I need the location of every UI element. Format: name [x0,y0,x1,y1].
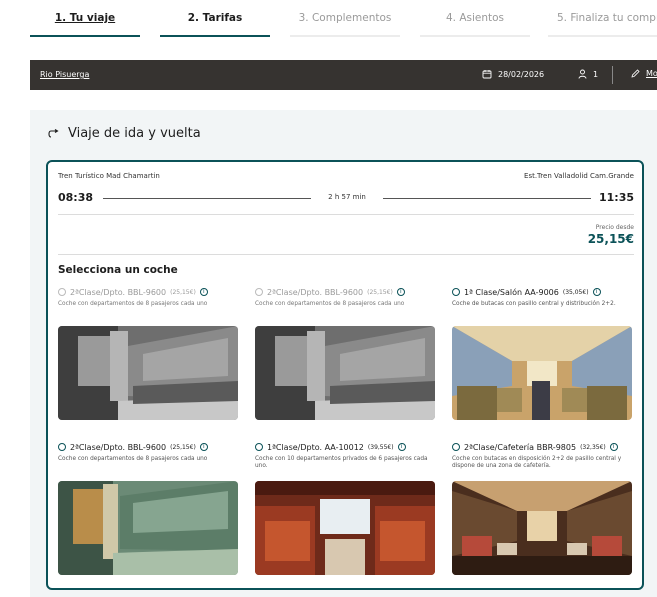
coach-price: (25,15€) [170,443,196,451]
step-bar-5 [548,35,657,37]
modify-link[interactable]: Modificar [631,69,657,78]
coach-price: (39,55€) [367,443,394,451]
coach-option[interactable]: 2ªClase/Cafetería BBR-9805 (32,35€) i Coch… [452,441,632,472]
timeline-line-right [383,198,591,199]
coach-photo[interactable] [58,326,238,420]
coach-name: 2ªClase/Dpto. BBL-9600 [70,287,167,297]
step-complementos: 3. Complementos [298,12,392,24]
trip-heading: Viaje de ida y vuelta [48,126,201,141]
compartment-grey-image [58,326,238,420]
date-display: 28/02/2026 [482,69,544,79]
divider [612,66,613,84]
coach-photo[interactable] [452,326,632,420]
coach-description: Coche con departamentos de 8 pasajeros c… [58,301,208,307]
coach-name: 1ª Clase/Salón AA-9006 [464,287,559,297]
compartment-grey-image [255,326,435,420]
coach-price: (32,35€) [580,443,606,451]
arrival-time: 11:35 [598,191,634,204]
salon-car-image [452,326,632,420]
route-link[interactable]: Rio Pisuerga [40,70,89,79]
coach-name: 2ªClase/Cafetería BBR-9805 [464,442,577,452]
coach-option[interactable]: 2ªClase/Dpto. BBL-9600 (25,15€) i Coche co… [58,441,238,472]
cafeteria-car-image [452,481,632,575]
coach-photo[interactable] [58,481,238,575]
coach-name: 2ªClase/Dpto. BBL-9600 [70,442,167,452]
coach-name: 1ªClase/Dpto. AA-10012 [267,442,364,452]
step-finaliza: 5. Finaliza tu compra [557,12,657,24]
price-from-label: Precio desde [595,224,634,231]
compartment-green-image [58,481,238,575]
coach-option[interactable]: 1ª Clase/Salón AA-9006 (35,05€) i Coche de… [452,286,632,317]
price-from: 25,15€ [587,232,634,246]
info-icon[interactable]: i [199,443,208,451]
modify-label[interactable]: Modificar [646,69,657,78]
date-text: 28/02/2026 [498,69,545,79]
coach-radio[interactable] [452,288,460,296]
step-bar-1 [30,35,140,37]
person-icon [578,69,587,79]
return-arrow-icon [48,128,59,138]
destination-station: Est.Tren Valladolid Cam.Grande [524,172,634,180]
divider [58,214,634,215]
origin-station: Tren Turístico Mad Chamartin [58,172,160,180]
coach-name: 2ªClase/Dpto. BBL-9600 [267,287,364,297]
coach-radio[interactable] [255,443,263,451]
step-bar-2 [160,35,270,37]
compartment-red-image [255,481,435,575]
timeline-line-left [103,198,311,199]
divider [58,254,634,255]
coach-description: Coche con departamentos de 8 pasajeros c… [255,301,405,307]
coach-radio[interactable] [58,288,66,296]
search-summary-bar: Rio Pisuerga 28/02/2026 1 Modificar [30,60,657,90]
calendar-icon [482,70,492,79]
info-icon[interactable]: i [199,288,208,296]
trip-duration: 2 h 57 min [328,193,366,201]
coach-price: (35,05€) [562,288,589,296]
step-tu-viaje[interactable]: 1. Tu viaje [30,12,140,24]
coach-description: Coche con butacas en disposición 2+2 de … [452,456,622,469]
coach-radio[interactable] [58,443,66,451]
coach-radio[interactable] [452,443,460,451]
coach-description: Coche con departamentos de 8 pasajeros c… [58,456,208,462]
step-bar-3 [290,35,400,37]
coach-option[interactable]: 2ªClase/Dpto. BBL-9600 (25,15€) i Coche co… [255,286,435,317]
trip-title: Viaje de ida y vuelta [68,126,201,141]
coach-price: (25,15€) [367,288,393,296]
pencil-icon [631,69,640,78]
info-icon[interactable]: i [397,443,406,451]
departure-time: 08:38 [58,191,94,204]
coach-option[interactable]: 2ªClase/Dpto. BBL-9600 (25,15€) i Coche co… [58,286,238,317]
checkout-stepper: 1. Tu viaje 2. Tarifas 3. Complementos 4… [0,0,657,42]
coach-radio[interactable] [255,288,263,296]
coach-photo[interactable] [255,326,435,420]
info-icon[interactable]: i [609,443,618,451]
passenger-count-text: 1 [593,69,599,79]
step-asientos: 4. Asientos [445,12,505,24]
passenger-count: 1 [578,69,598,79]
coach-description: Coche de butacas con pasillo central y d… [452,301,616,307]
info-icon[interactable]: i [592,288,601,296]
coach-price: (25,15€) [170,288,196,296]
coach-option[interactable]: 1ªClase/Dpto. AA-10012 (39,55€) i Coche co… [255,441,435,472]
coach-description: Coche con 10 departamentos privados de 6… [255,456,428,469]
info-icon[interactable]: i [396,288,405,296]
coach-photo[interactable] [452,481,632,575]
step-bar-4 [420,35,530,37]
step-tarifas: 2. Tarifas [187,12,243,24]
coach-photo[interactable] [255,481,435,575]
select-coach-title: Selecciona un coche [58,264,178,276]
